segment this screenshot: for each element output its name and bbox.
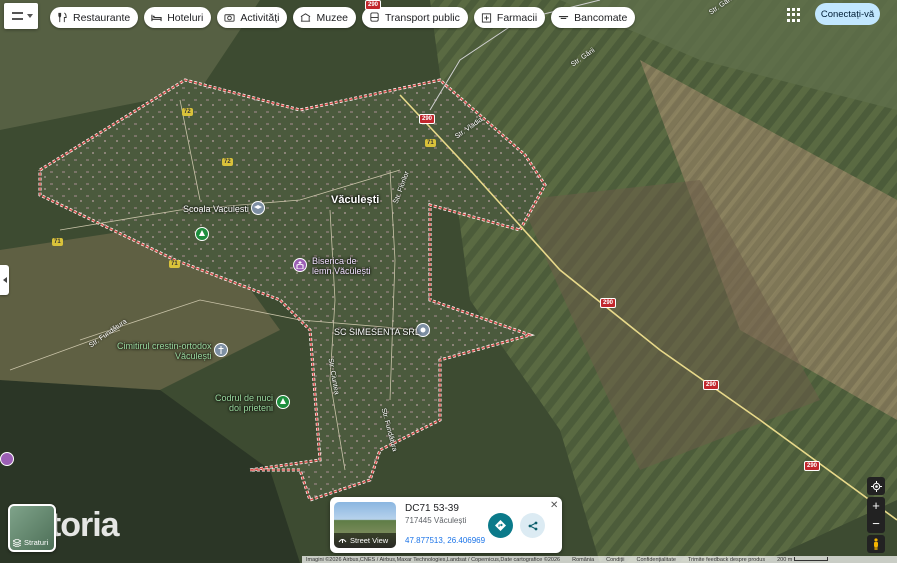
place-pin-icon[interactable] xyxy=(0,452,14,466)
camera-icon xyxy=(224,14,235,22)
attribution-bar: Imagini ©2026 Airbus,CNES / Airbus,Maxar… xyxy=(302,556,897,563)
terms-link[interactable]: Condiții xyxy=(606,557,624,563)
apps-grid-icon[interactable] xyxy=(787,8,801,22)
route-shield: 290 xyxy=(365,0,382,10)
share-button[interactable] xyxy=(520,513,545,538)
satellite-map[interactable] xyxy=(0,0,897,563)
scale-bar xyxy=(794,556,829,561)
layers-button[interactable]: Straturi xyxy=(8,504,56,552)
zoom-in-button[interactable]: + xyxy=(872,497,880,515)
bed-icon xyxy=(151,14,162,22)
layers-icon xyxy=(13,538,21,547)
route-shield: 71 xyxy=(425,139,436,147)
close-icon[interactable]: ✕ xyxy=(550,500,558,511)
share-icon xyxy=(528,521,537,530)
atm-icon xyxy=(559,16,569,19)
imagery-credit: Imagini ©2026 Airbus,CNES / Airbus,Maxar… xyxy=(306,556,561,563)
card-coordinates[interactable]: 47.877513, 26.406969 xyxy=(405,536,485,545)
route-shield: 290 xyxy=(419,114,436,124)
museum-icon xyxy=(301,13,311,22)
chip-transport-public[interactable]: Transport public xyxy=(362,7,468,28)
feedback-link[interactable]: Trimite feedback despre produs xyxy=(688,557,765,563)
route-shield: 71 xyxy=(169,260,180,268)
label-line: lemn Văculești xyxy=(312,266,371,276)
place-label-school[interactable]: Scoala Vaculesti xyxy=(183,204,249,214)
park-pin-icon[interactable] xyxy=(276,395,290,409)
my-location-button[interactable] xyxy=(867,477,885,495)
chip-label: Bancomate xyxy=(574,11,628,24)
directions-button[interactable] xyxy=(488,513,513,538)
scale[interactable]: 200 m xyxy=(777,556,829,563)
chip-label: Hoteluri xyxy=(167,11,204,24)
chip-restaurante[interactable]: Restaurante xyxy=(50,7,139,28)
fork-knife-icon xyxy=(58,12,67,23)
place-label-church[interactable]: Biserica de lemn Văculești xyxy=(312,256,371,276)
chip-bancomate[interactable]: Bancomate xyxy=(551,7,636,28)
place-label-cemetery[interactable]: Cimitirul crestin-ortodox Văculești xyxy=(117,341,212,361)
school-pin-icon[interactable] xyxy=(251,201,265,215)
crosshair-icon xyxy=(870,480,882,492)
church-pin-icon[interactable] xyxy=(293,258,307,272)
map-menu-button[interactable] xyxy=(4,3,38,29)
chip-hoteluri[interactable]: Hoteluri xyxy=(144,7,212,28)
location-info-card[interactable]: Street View DC71 53-39 717445 Văculești … xyxy=(330,497,562,553)
label-line: Văculești xyxy=(175,351,212,361)
bus-icon xyxy=(370,12,379,22)
pegman-icon[interactable] xyxy=(867,535,885,553)
layers-label: Straturi xyxy=(24,538,49,547)
route-shield: 290 xyxy=(600,298,617,308)
directions-icon xyxy=(495,520,506,531)
privacy-link[interactable]: Confidențialitate xyxy=(636,557,675,563)
pharmacy-icon xyxy=(481,13,491,23)
chip-label: Activități xyxy=(240,11,280,24)
chip-muzee[interactable]: Muzee xyxy=(293,7,356,28)
cemetery-pin-icon[interactable] xyxy=(214,343,228,357)
chip-farmacii[interactable]: Farmacii xyxy=(473,7,546,28)
menu-icon xyxy=(11,12,23,20)
route-shield: 290 xyxy=(804,461,821,471)
collapse-panel-button[interactable] xyxy=(0,265,9,295)
card-subtitle: 717445 Văculești xyxy=(405,516,467,525)
zoom-controls: + − xyxy=(867,497,885,533)
street-view-thumbnail[interactable]: Street View xyxy=(334,502,396,548)
country-link[interactable]: România xyxy=(572,557,594,563)
park-pin-icon[interactable] xyxy=(195,227,209,241)
route-shield: 290 xyxy=(703,380,720,390)
label-line: Codrul de nuci xyxy=(215,393,274,403)
sign-in-button[interactable]: Conectați-vă xyxy=(815,3,880,25)
chip-label: Restaurante xyxy=(73,11,131,24)
chevron-down-icon xyxy=(27,14,33,18)
label-line: Cimitirul crestin-ortodox xyxy=(117,341,212,351)
label-line: doi prieteni xyxy=(229,403,274,413)
card-title: DC71 53-39 xyxy=(405,503,459,514)
street-view-label: Street View xyxy=(350,536,389,545)
route-shield: 72 xyxy=(222,158,233,166)
route-shield: 72 xyxy=(182,108,193,116)
chip-activitati[interactable]: Activități xyxy=(217,7,288,28)
chip-label: Muzee xyxy=(316,11,348,24)
chevron-left-icon xyxy=(2,277,7,283)
town-label: Văculești xyxy=(331,194,380,206)
route-shield: 71 xyxy=(52,238,63,246)
label-line: Biserica de xyxy=(312,256,357,266)
scale-label: 200 m xyxy=(777,556,793,563)
place-label-park[interactable]: Codrul de nuci doi prieteni xyxy=(215,393,273,413)
zoom-out-button[interactable]: − xyxy=(872,515,880,533)
chip-label: Transport public xyxy=(385,11,460,24)
street-view-icon xyxy=(338,539,347,543)
category-chips: Restaurante Hoteluri Activități Muzee Tr… xyxy=(50,7,636,28)
chip-label: Farmacii xyxy=(496,11,538,24)
place-label-business[interactable]: SC SIMESENTA SRL xyxy=(334,327,420,337)
